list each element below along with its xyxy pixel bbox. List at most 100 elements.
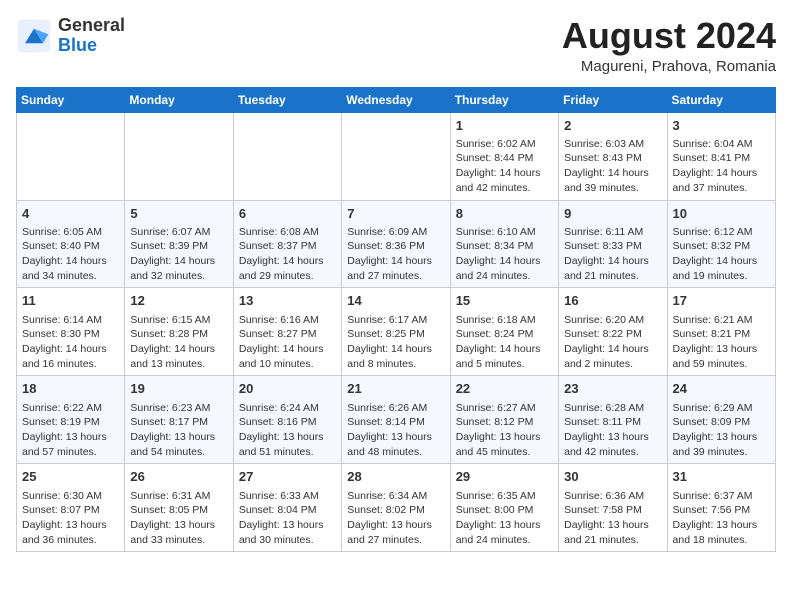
- day-info-line: and 39 minutes.: [673, 445, 770, 460]
- day-info-line: Sunrise: 6:08 AM: [239, 225, 336, 240]
- calendar-cell: 9Sunrise: 6:11 AMSunset: 8:33 PMDaylight…: [559, 200, 667, 288]
- day-info-line: Daylight: 14 hours: [673, 166, 770, 181]
- day-number: 3: [673, 117, 770, 135]
- day-number: 24: [673, 380, 770, 398]
- day-info-line: Sunrise: 6:03 AM: [564, 137, 661, 152]
- day-info-line: Sunrise: 6:26 AM: [347, 401, 444, 416]
- day-info-line: Daylight: 13 hours: [673, 430, 770, 445]
- day-info-line: Sunrise: 6:09 AM: [347, 225, 444, 240]
- weekday-header-monday: Monday: [125, 87, 233, 112]
- day-info-line: Daylight: 13 hours: [456, 430, 553, 445]
- day-info-line: and 19 minutes.: [673, 269, 770, 284]
- day-info-line: Sunset: 8:00 PM: [456, 503, 553, 518]
- calendar-cell: 17Sunrise: 6:21 AMSunset: 8:21 PMDayligh…: [667, 288, 775, 376]
- day-info-line: Sunrise: 6:02 AM: [456, 137, 553, 152]
- day-number: 18: [22, 380, 119, 398]
- day-info-line: and 16 minutes.: [22, 357, 119, 372]
- day-info-line: Daylight: 14 hours: [456, 342, 553, 357]
- day-info-line: Sunrise: 6:17 AM: [347, 313, 444, 328]
- calendar-cell: 15Sunrise: 6:18 AMSunset: 8:24 PMDayligh…: [450, 288, 558, 376]
- day-info-line: Sunset: 8:16 PM: [239, 415, 336, 430]
- day-number: 20: [239, 380, 336, 398]
- day-info-line: and 54 minutes.: [130, 445, 227, 460]
- day-info-line: Sunrise: 6:14 AM: [22, 313, 119, 328]
- calendar-cell: [17, 112, 125, 200]
- day-number: 4: [22, 205, 119, 223]
- day-info-line: Sunrise: 6:36 AM: [564, 489, 661, 504]
- day-info-line: Sunset: 8:19 PM: [22, 415, 119, 430]
- day-info-line: Sunset: 8:28 PM: [130, 327, 227, 342]
- day-info-line: Daylight: 13 hours: [673, 342, 770, 357]
- day-info-line: and 27 minutes.: [347, 533, 444, 548]
- day-info-line: Daylight: 13 hours: [130, 430, 227, 445]
- weekday-header-row: SundayMondayTuesdayWednesdayThursdayFrid…: [17, 87, 776, 112]
- day-number: 30: [564, 468, 661, 486]
- day-info-line: Sunset: 8:12 PM: [456, 415, 553, 430]
- day-info-line: Daylight: 14 hours: [22, 342, 119, 357]
- day-info-line: Sunset: 8:04 PM: [239, 503, 336, 518]
- day-info-line: Sunset: 8:05 PM: [130, 503, 227, 518]
- day-info-line: Sunset: 8:39 PM: [130, 239, 227, 254]
- day-info-line: Sunset: 8:32 PM: [673, 239, 770, 254]
- day-info-line: and 24 minutes.: [456, 533, 553, 548]
- day-number: 10: [673, 205, 770, 223]
- calendar-cell: 18Sunrise: 6:22 AMSunset: 8:19 PMDayligh…: [17, 376, 125, 464]
- day-info-line: Sunset: 8:21 PM: [673, 327, 770, 342]
- day-info-line: Sunset: 8:44 PM: [456, 151, 553, 166]
- calendar-cell: [125, 112, 233, 200]
- day-info-line: Daylight: 14 hours: [456, 254, 553, 269]
- calendar-week-4: 18Sunrise: 6:22 AMSunset: 8:19 PMDayligh…: [17, 376, 776, 464]
- day-info-line: Daylight: 13 hours: [673, 518, 770, 533]
- page-header: General Blue August 2024 Magureni, Praho…: [16, 16, 776, 75]
- day-info-line: Daylight: 13 hours: [456, 518, 553, 533]
- day-info-line: and 39 minutes.: [564, 181, 661, 196]
- day-info-line: and 29 minutes.: [239, 269, 336, 284]
- calendar-cell: 21Sunrise: 6:26 AMSunset: 8:14 PMDayligh…: [342, 376, 450, 464]
- day-info-line: Sunset: 8:09 PM: [673, 415, 770, 430]
- day-info-line: Sunrise: 6:10 AM: [456, 225, 553, 240]
- day-info-line: Sunrise: 6:11 AM: [564, 225, 661, 240]
- day-info-line: Daylight: 13 hours: [564, 430, 661, 445]
- day-info-line: Daylight: 14 hours: [564, 342, 661, 357]
- calendar-cell: 10Sunrise: 6:12 AMSunset: 8:32 PMDayligh…: [667, 200, 775, 288]
- day-info-line: Sunrise: 6:04 AM: [673, 137, 770, 152]
- calendar-cell: 27Sunrise: 6:33 AMSunset: 8:04 PMDayligh…: [233, 464, 341, 552]
- calendar-week-1: 1Sunrise: 6:02 AMSunset: 8:44 PMDaylight…: [17, 112, 776, 200]
- day-info-line: and 42 minutes.: [564, 445, 661, 460]
- day-info-line: and 18 minutes.: [673, 533, 770, 548]
- calendar-cell: 22Sunrise: 6:27 AMSunset: 8:12 PMDayligh…: [450, 376, 558, 464]
- day-info-line: and 2 minutes.: [564, 357, 661, 372]
- day-info-line: Daylight: 14 hours: [673, 254, 770, 269]
- day-info-line: Sunset: 8:37 PM: [239, 239, 336, 254]
- day-info-line: Sunrise: 6:33 AM: [239, 489, 336, 504]
- day-info-line: Sunset: 8:41 PM: [673, 151, 770, 166]
- day-info-line: Daylight: 14 hours: [22, 254, 119, 269]
- day-info-line: and 34 minutes.: [22, 269, 119, 284]
- day-info-line: Daylight: 13 hours: [22, 430, 119, 445]
- day-number: 2: [564, 117, 661, 135]
- day-info-line: Sunset: 8:43 PM: [564, 151, 661, 166]
- day-info-line: Sunset: 8:24 PM: [456, 327, 553, 342]
- day-info-line: Sunrise: 6:29 AM: [673, 401, 770, 416]
- calendar-cell: [233, 112, 341, 200]
- day-number: 15: [456, 292, 553, 310]
- day-info-line: Daylight: 14 hours: [347, 342, 444, 357]
- weekday-header-friday: Friday: [559, 87, 667, 112]
- day-info-line: Daylight: 13 hours: [347, 518, 444, 533]
- calendar-cell: 1Sunrise: 6:02 AMSunset: 8:44 PMDaylight…: [450, 112, 558, 200]
- day-info-line: Sunset: 8:02 PM: [347, 503, 444, 518]
- day-info-line: and 48 minutes.: [347, 445, 444, 460]
- calendar-cell: 16Sunrise: 6:20 AMSunset: 8:22 PMDayligh…: [559, 288, 667, 376]
- day-info-line: Sunrise: 6:07 AM: [130, 225, 227, 240]
- day-info-line: Sunrise: 6:23 AM: [130, 401, 227, 416]
- day-info-line: and 57 minutes.: [22, 445, 119, 460]
- logo-general: General: [58, 15, 125, 35]
- day-info-line: and 21 minutes.: [564, 533, 661, 548]
- day-info-line: Sunset: 8:33 PM: [564, 239, 661, 254]
- day-info-line: Sunset: 8:27 PM: [239, 327, 336, 342]
- calendar-cell: 20Sunrise: 6:24 AMSunset: 8:16 PMDayligh…: [233, 376, 341, 464]
- calendar-cell: 26Sunrise: 6:31 AMSunset: 8:05 PMDayligh…: [125, 464, 233, 552]
- day-info-line: Sunset: 8:07 PM: [22, 503, 119, 518]
- day-info-line: and 10 minutes.: [239, 357, 336, 372]
- calendar-cell: 30Sunrise: 6:36 AMSunset: 7:58 PMDayligh…: [559, 464, 667, 552]
